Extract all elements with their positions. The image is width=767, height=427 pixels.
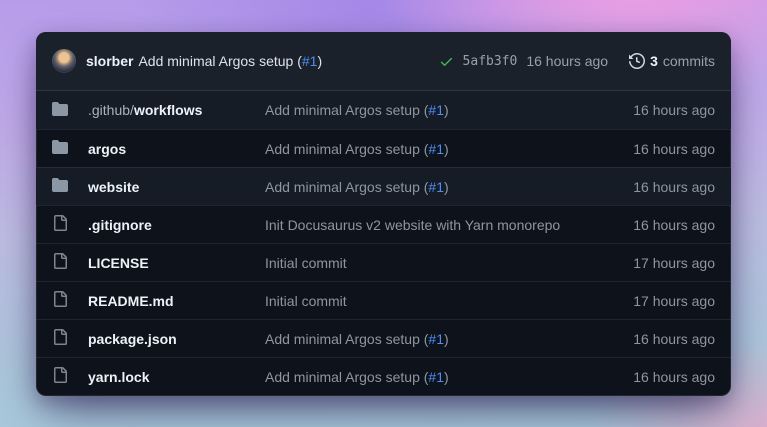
file-name: package.json	[88, 331, 177, 347]
commit-time: 16 hours ago	[526, 53, 608, 69]
file-name: README.md	[88, 293, 174, 309]
pr-link[interactable]: #1	[428, 331, 444, 347]
file-row: README.md Initial commit 17 hours ago	[36, 281, 731, 319]
file-time: 17 hours ago	[621, 255, 715, 271]
file-name-link[interactable]: .github/workflows	[88, 102, 265, 118]
folder-icon	[52, 177, 68, 196]
file-time: 16 hours ago	[621, 331, 715, 347]
file-icon	[52, 329, 68, 348]
file-row: .github/workflows Add minimal Argos setu…	[36, 91, 731, 129]
commit-message-link[interactable]: Add minimal Argos setup (#1)	[265, 141, 621, 157]
commit-message: Initial commit	[265, 255, 347, 271]
row-icon-cell	[52, 367, 88, 386]
commit-header: slorber Add minimal Argos setup (#1) 5af…	[36, 32, 731, 91]
row-icon-cell	[52, 177, 88, 196]
commit-meta: 5afb3f0 16 hours ago 3 commits	[439, 53, 715, 69]
file-name-link[interactable]: .gitignore	[88, 217, 265, 233]
commit-message-link[interactable]: Add minimal Argos setup (#1)	[265, 369, 621, 385]
commit-message-post: )	[444, 179, 449, 195]
file-name: .gitignore	[88, 217, 152, 233]
folder-icon	[52, 101, 68, 120]
file-name: LICENSE	[88, 255, 149, 271]
file-name: website	[88, 179, 139, 195]
commit-message: Initial commit	[265, 293, 347, 309]
commit-message-link[interactable]: Init Docusaurus v2 website with Yarn mon…	[265, 217, 621, 233]
file-time: 17 hours ago	[621, 293, 715, 309]
file-name-link[interactable]: LICENSE	[88, 255, 265, 271]
file-icon	[52, 215, 68, 234]
file-icon	[52, 291, 68, 310]
row-icon-cell	[52, 139, 88, 158]
commit-message-link[interactable]: Add minimal Argos setup (#1)	[265, 102, 621, 118]
commit-hash[interactable]: 5afb3f0	[463, 54, 518, 69]
avatar[interactable]	[52, 49, 76, 73]
commit-title-text: Add minimal Argos setup (	[138, 53, 301, 69]
file-row: website Add minimal Argos setup (#1) 16 …	[36, 167, 731, 205]
pr-link[interactable]: #1	[428, 141, 444, 157]
commit-message-link[interactable]: Initial commit	[265, 255, 621, 271]
row-icon-cell	[52, 329, 88, 348]
commit-title[interactable]: Add minimal Argos setup (#1)	[138, 53, 322, 69]
file-name-link[interactable]: package.json	[88, 331, 265, 347]
file-name: argos	[88, 141, 126, 157]
file-row: LICENSE Initial commit 17 hours ago	[36, 243, 731, 281]
file-name: workflows	[134, 102, 202, 118]
file-row: yarn.lock Add minimal Argos setup (#1) 1…	[36, 357, 731, 395]
history-icon	[629, 53, 645, 69]
repo-file-card: slorber Add minimal Argos setup (#1) 5af…	[36, 32, 731, 396]
file-name: yarn.lock	[88, 369, 149, 385]
commit-message: Add minimal Argos setup (	[265, 179, 428, 195]
row-icon-cell	[52, 101, 88, 120]
check-icon[interactable]	[439, 54, 454, 69]
commit-message: Add minimal Argos setup (	[265, 102, 428, 118]
file-name-link[interactable]: website	[88, 179, 265, 195]
file-row: argos Add minimal Argos setup (#1) 16 ho…	[36, 129, 731, 167]
pr-link[interactable]: #1	[302, 53, 318, 69]
commit-message-post: )	[444, 141, 449, 157]
file-name-link[interactable]: README.md	[88, 293, 265, 309]
file-name-link[interactable]: yarn.lock	[88, 369, 265, 385]
commit-message-link[interactable]: Initial commit	[265, 293, 621, 309]
row-icon-cell	[52, 215, 88, 234]
file-row: package.json Add minimal Argos setup (#1…	[36, 319, 731, 357]
commit-author[interactable]: slorber	[86, 53, 133, 69]
file-row: .gitignore Init Docusaurus v2 website wi…	[36, 205, 731, 243]
commit-message-post: )	[444, 331, 449, 347]
file-time: 16 hours ago	[621, 102, 715, 118]
row-icon-cell	[52, 253, 88, 272]
file-list: .github/workflows Add minimal Argos setu…	[36, 91, 731, 395]
file-icon	[52, 367, 68, 386]
file-time: 16 hours ago	[621, 179, 715, 195]
commits-count: 3	[650, 53, 658, 69]
file-time: 16 hours ago	[621, 217, 715, 233]
commit-message: Add minimal Argos setup (	[265, 369, 428, 385]
file-time: 16 hours ago	[621, 369, 715, 385]
pr-link[interactable]: #1	[428, 369, 444, 385]
commit-title-close: )	[317, 53, 322, 69]
commit-message: Add minimal Argos setup (	[265, 331, 428, 347]
pr-link[interactable]: #1	[428, 179, 444, 195]
pr-link[interactable]: #1	[428, 102, 444, 118]
file-name-link[interactable]: argos	[88, 141, 265, 157]
commit-message-post: )	[444, 369, 449, 385]
folder-icon	[52, 139, 68, 158]
commit-message-post: )	[444, 102, 449, 118]
file-icon	[52, 253, 68, 272]
commit-message-link[interactable]: Add minimal Argos setup (#1)	[265, 179, 621, 195]
commit-message: Init Docusaurus v2 website with Yarn mon…	[265, 217, 560, 233]
commit-message-link[interactable]: Add minimal Argos setup (#1)	[265, 331, 621, 347]
commits-label: commits	[663, 53, 715, 69]
file-time: 16 hours ago	[621, 141, 715, 157]
file-name-prefix: .github/	[88, 102, 134, 118]
commits-link[interactable]: 3 commits	[629, 53, 715, 69]
row-icon-cell	[52, 291, 88, 310]
commit-message: Add minimal Argos setup (	[265, 141, 428, 157]
